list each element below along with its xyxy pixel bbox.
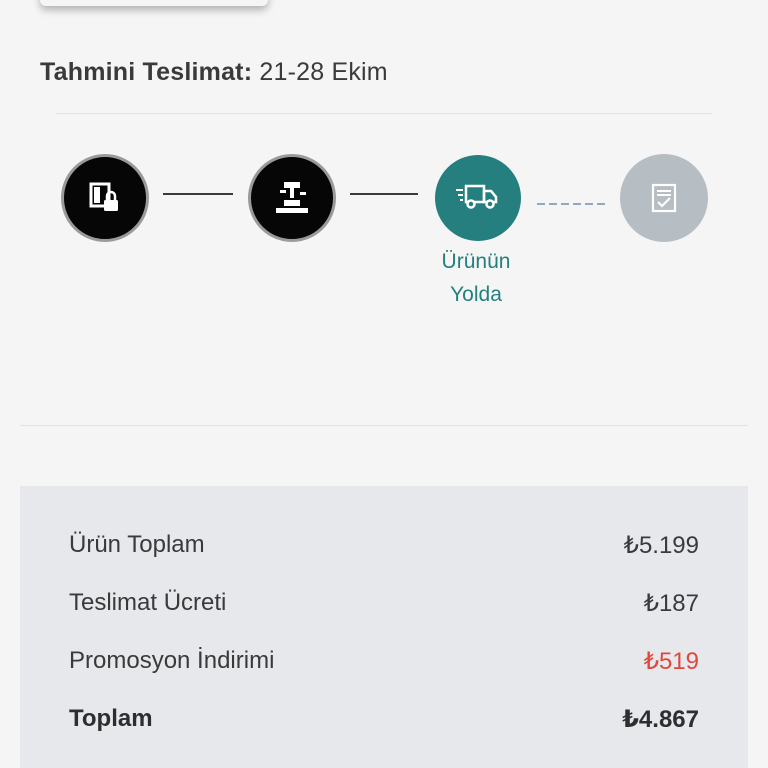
delivery-truck-icon [456, 184, 498, 209]
step-delivered [620, 154, 708, 242]
order-summary: Ürün Toplam ₺5.199 Teslimat Ücreti ₺187 … [20, 486, 748, 768]
connector-3 [537, 203, 609, 205]
summary-row-subtotal: Ürün Toplam ₺5.199 [69, 528, 699, 562]
estimated-delivery: Tahmini Teslimat: 21-28 Ekim [40, 58, 388, 87]
summary-label: Promosyon İndirimi [69, 647, 275, 674]
divider [20, 425, 748, 426]
step-in-transit-label: Ürünün Yolda [441, 250, 511, 306]
summary-label: Toplam [69, 705, 153, 732]
summary-value: ₺187 [643, 589, 699, 617]
connector-2 [350, 193, 418, 195]
summary-row-discount: Promosyon İndirimi ₺519 [69, 644, 699, 678]
connector-1 [163, 193, 233, 195]
door-lock-icon [89, 182, 118, 211]
divider [56, 113, 712, 114]
estimated-delivery-value: 21-28 Ekim [259, 58, 388, 86]
summary-label: Ürün Toplam [69, 531, 205, 558]
step-preparing [248, 154, 336, 242]
estimated-delivery-label: Tahmini Teslimat: [40, 58, 253, 86]
summary-value: ₺4.867 [622, 705, 699, 733]
workbench-hammer-icon [276, 182, 308, 213]
checklist-icon [651, 183, 677, 213]
summary-label: Teslimat Ücreti [69, 589, 227, 616]
step-in-transit [435, 155, 521, 241]
summary-row-shipping: Teslimat Ücreti ₺187 [69, 586, 699, 620]
summary-value: ₺5.199 [623, 531, 699, 559]
step-order-placed [61, 154, 149, 242]
previous-card-edge [40, 0, 268, 6]
summary-value-discount: ₺519 [643, 647, 699, 675]
summary-row-total: Toplam ₺4.867 [69, 702, 699, 736]
